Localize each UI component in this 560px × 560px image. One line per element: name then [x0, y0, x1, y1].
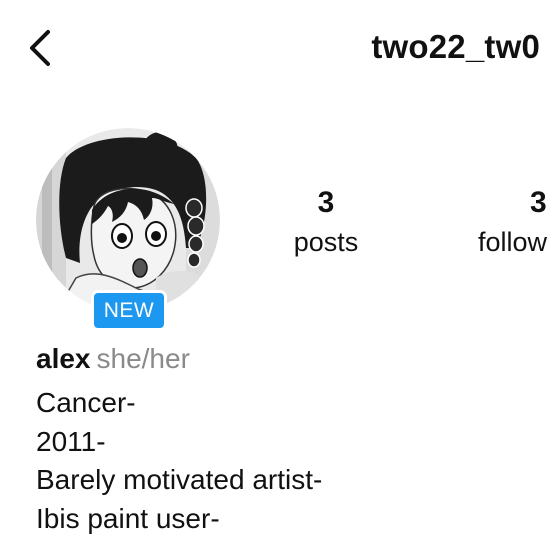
- profile-screen: two22_tw0 NEW 3 posts 3 follow alex she/…: [0, 0, 560, 560]
- followers-stat[interactable]: 3 follow: [478, 184, 560, 260]
- avatar[interactable]: [36, 128, 220, 312]
- posts-count: 3: [317, 186, 335, 219]
- bio-line: 2011-: [36, 425, 106, 457]
- profile-name-line: alex she/her: [36, 340, 190, 378]
- bio-line: Barely motivated artist-: [36, 464, 323, 495]
- followers-label: follow: [478, 227, 548, 257]
- avatar-container: [36, 128, 220, 312]
- profile-username: two22_tw0: [371, 28, 540, 65]
- back-button[interactable]: [22, 24, 62, 72]
- followers-count: 3: [530, 186, 547, 219]
- new-badge: NEW: [91, 290, 167, 331]
- bio-line: Ibis paint user-: [36, 502, 220, 534]
- bio-line: Cancer-: [36, 387, 136, 418]
- pronouns: she/her: [96, 343, 190, 374]
- chevron-left-icon: [30, 30, 50, 66]
- avatar-illustration: [36, 128, 220, 312]
- posts-stat[interactable]: 3 posts: [270, 184, 382, 260]
- display-name: alex: [36, 343, 91, 374]
- posts-label: posts: [293, 227, 359, 257]
- bio: Cancer- 2011- Barely motivated artist- I…: [36, 384, 322, 538]
